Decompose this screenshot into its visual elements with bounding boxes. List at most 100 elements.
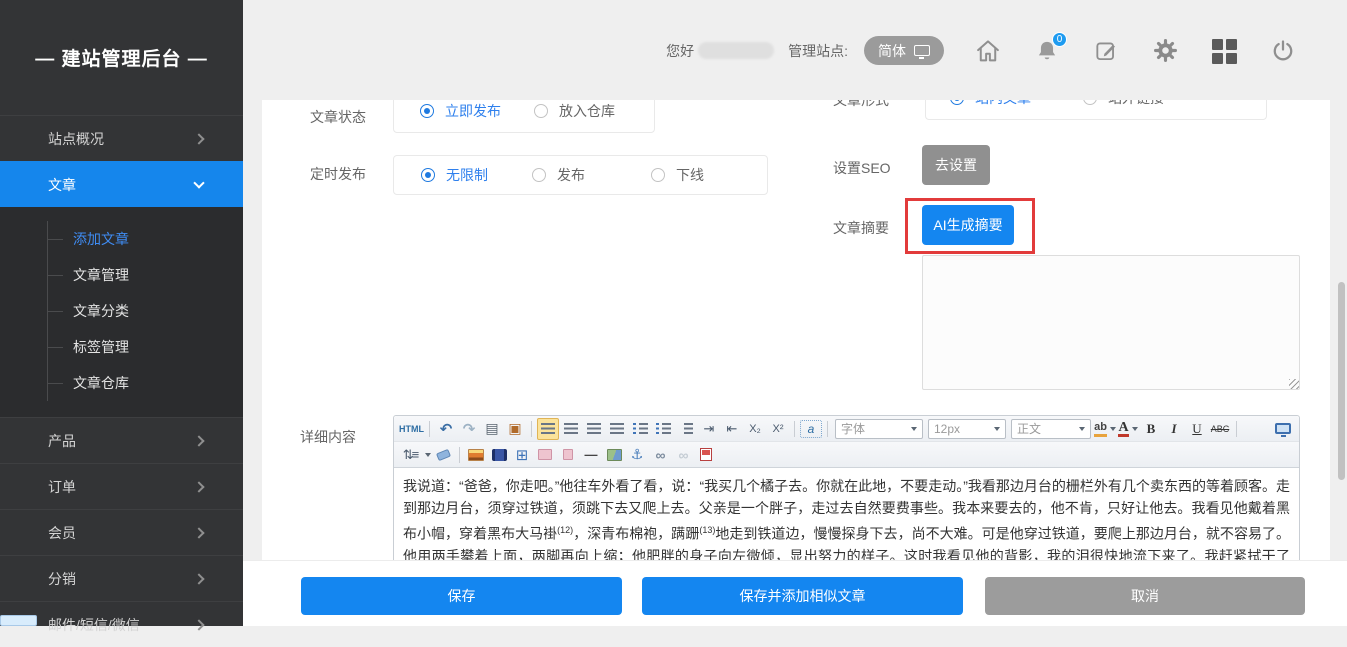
superscript-icon[interactable]: X² (767, 419, 789, 439)
dropdown-arrow-icon (425, 453, 431, 457)
seo-setup-button[interactable]: 去设置 (922, 145, 990, 185)
charmap-icon[interactable]: a (800, 420, 822, 438)
monitor-icon (914, 45, 930, 56)
radio-offline[interactable]: 下线 (651, 165, 704, 185)
align-justify-icon[interactable] (606, 419, 628, 439)
radio-selected-icon (950, 100, 964, 105)
blockquote-icon[interactable] (675, 419, 697, 439)
sidebar-item-products[interactable]: 产品 (0, 417, 243, 463)
sidebar-item-label: 会员 (48, 523, 76, 543)
unlink-icon[interactable]: ∞ (672, 445, 694, 465)
ordered-list-icon[interactable] (629, 419, 651, 439)
image-map-icon[interactable] (603, 445, 625, 465)
sidebar-item-orders[interactable]: 订单 (0, 463, 243, 509)
edit-compose-icon[interactable] (1092, 37, 1120, 65)
radio-unselected-icon (532, 168, 546, 182)
insert-table-icon[interactable]: ⊞ (511, 445, 533, 465)
bold-icon[interactable]: B (1140, 419, 1162, 439)
save-button[interactable]: 保存 (301, 577, 622, 615)
redo-icon[interactable]: ↷ (458, 419, 480, 439)
strikethrough-icon[interactable]: ABC (1209, 419, 1231, 439)
sidebar-item-site-overview[interactable]: 站点概况 (0, 115, 243, 161)
sidebar-item-label: 分销 (48, 569, 76, 589)
font-family-select[interactable]: 字体 (835, 419, 923, 439)
insert-image-icon[interactable] (465, 445, 487, 465)
radio-publish[interactable]: 发布 (532, 165, 585, 185)
textarea-resize-handle[interactable] (1289, 379, 1299, 389)
radio-unselected-icon (651, 168, 665, 182)
paste-plain-icon[interactable]: ▣ (504, 419, 526, 439)
submenu-item-article-warehouse[interactable]: 文章仓库 (48, 365, 243, 401)
radio-no-limit[interactable]: 无限制 (421, 165, 488, 185)
app-logo: — 建站管理后台 — (0, 0, 243, 115)
topbar: 您好 管理站点: 简体 0 (243, 0, 1347, 100)
editor-toolbar-row1: HTML ↶ ↷ ▤ ▣ ⇥ ⇤ X₂ X² a 字体 12px (394, 416, 1299, 442)
home-icon[interactable] (974, 37, 1002, 65)
submenu-item-tag-management[interactable]: 标签管理 (48, 329, 243, 365)
eraser-format-icon[interactable] (432, 445, 454, 465)
radio-to-warehouse[interactable]: 放入仓库 (534, 101, 615, 121)
import-word-icon[interactable] (695, 445, 717, 465)
fullscreen-icon[interactable] (1272, 419, 1294, 439)
article-status-label: 文章状态 (310, 107, 366, 127)
font-size-select[interactable]: 12px (928, 419, 1006, 439)
highlight-color-icon[interactable]: ab (1094, 419, 1116, 439)
sidebar-item-members[interactable]: 会员 (0, 509, 243, 555)
radio-selected-icon (421, 168, 435, 182)
horizontal-rule-icon[interactable]: — (580, 445, 602, 465)
summary-textarea[interactable] (922, 255, 1300, 390)
radio-external-link[interactable]: 站外链接 (1083, 100, 1164, 108)
toolbar-separator (794, 421, 795, 437)
insert-media-icon[interactable] (557, 445, 579, 465)
notifications-bell-icon[interactable]: 0 (1033, 37, 1061, 65)
insert-template-icon[interactable] (534, 445, 556, 465)
sidebar-item-label: 站点概况 (48, 129, 104, 149)
cancel-button[interactable]: 取消 (985, 577, 1305, 615)
power-logout-icon[interactable] (1269, 37, 1297, 65)
dropdown-arrow-icon (1110, 427, 1116, 431)
chevron-right-icon (193, 573, 204, 584)
undo-icon[interactable]: ↶ (435, 419, 457, 439)
align-right-icon[interactable] (583, 419, 605, 439)
save-and-add-similar-button[interactable]: 保存并添加相似文章 (642, 577, 963, 615)
dropdown-arrow-icon (911, 427, 917, 431)
subscript-icon[interactable]: X₂ (744, 419, 766, 439)
dropdown-arrow-icon (1132, 427, 1138, 431)
print-icon[interactable]: ▤ (481, 419, 503, 439)
footnote-marker: (12) (557, 525, 573, 535)
submenu-item-add-article[interactable]: 添加文章 (48, 221, 243, 257)
radio-unselected-icon (534, 104, 548, 118)
align-left-icon[interactable] (537, 418, 559, 440)
chevron-right-icon (193, 527, 204, 538)
editor-toolbar-row2: ⇅≡ ⊞ — ⚓ ∞ ∞ (394, 442, 1299, 468)
submenu-item-article-management[interactable]: 文章管理 (48, 257, 243, 293)
action-bar: 保存 保存并添加相似文章 取消 (243, 560, 1347, 626)
unordered-list-icon[interactable] (652, 419, 674, 439)
editor-content[interactable]: 我说道：“爸爸，你走吧。”他往车外看了看，说：“我买几个橘子去。你就在此地，不要… (394, 468, 1299, 560)
settings-gear-icon[interactable] (1151, 37, 1179, 65)
radio-internal-article[interactable]: 站内文章 (950, 100, 1031, 108)
username-redacted (698, 42, 774, 59)
submenu-item-article-categories[interactable]: 文章分类 (48, 293, 243, 329)
insert-video-icon[interactable] (488, 445, 510, 465)
underline-icon[interactable]: U (1186, 419, 1208, 439)
sidebar-item-distribution[interactable]: 分销 (0, 555, 243, 601)
outdent-icon[interactable]: ⇤ (721, 419, 743, 439)
link-icon[interactable]: ∞ (649, 445, 671, 465)
html-source-button[interactable]: HTML (399, 419, 424, 439)
align-center-icon[interactable] (560, 419, 582, 439)
sidebar-item-articles[interactable]: 文章 (0, 161, 243, 207)
apps-grid-icon[interactable] (1210, 37, 1238, 65)
indent-icon[interactable]: ⇥ (698, 419, 720, 439)
radio-unselected-icon (1083, 100, 1097, 105)
language-switch-button[interactable]: 简体 (864, 36, 944, 65)
radio-publish-now[interactable]: 立即发布 (420, 101, 501, 121)
font-color-icon[interactable]: A (1117, 419, 1139, 439)
anchor-icon[interactable]: ⚓ (626, 445, 648, 465)
article-type-options: 站内文章 站外链接 (925, 100, 1267, 120)
line-height-icon[interactable]: ⇅≡ (399, 445, 421, 465)
page-scrollbar-thumb[interactable] (1338, 282, 1345, 480)
ai-generate-summary-button[interactable]: AI生成摘要 (922, 205, 1014, 245)
paragraph-format-select[interactable]: 正文 (1011, 419, 1091, 439)
italic-icon[interactable]: I (1163, 419, 1185, 439)
